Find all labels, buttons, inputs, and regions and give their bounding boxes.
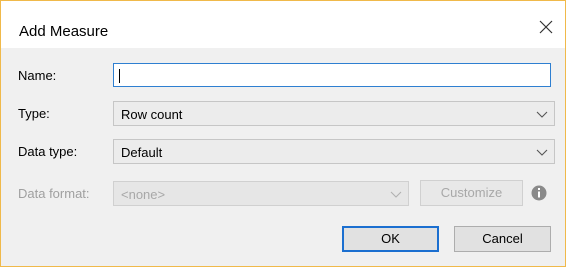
chevron-down-icon	[536, 146, 548, 158]
close-icon[interactable]	[534, 15, 558, 39]
type-select[interactable]: Row count	[113, 101, 555, 126]
name-label: Name:	[18, 68, 57, 83]
chevron-down-icon	[390, 188, 402, 200]
datatype-select[interactable]: Default	[113, 139, 555, 164]
dataformat-label: Data format:	[18, 186, 90, 201]
cancel-button[interactable]: Cancel	[454, 226, 551, 252]
dialog-title: Add Measure	[19, 23, 109, 40]
name-row: Name:	[1, 61, 565, 91]
type-row: Type: Row count	[1, 99, 565, 129]
datatype-value: Default	[121, 145, 163, 160]
dataformat-value: <none>	[121, 187, 166, 202]
dataformat-row: Data format: <none> Customize	[1, 179, 565, 209]
type-label: Type:	[18, 106, 50, 121]
type-value: Row count	[121, 107, 183, 122]
text-caret	[119, 69, 120, 83]
title-bar: Add Measure	[1, 1, 565, 48]
dataformat-select[interactable]: <none>	[113, 181, 409, 206]
ok-button[interactable]: OK	[342, 226, 439, 252]
datatype-row: Data type: Default	[1, 137, 565, 167]
customize-button[interactable]: Customize	[420, 180, 523, 206]
datatype-label: Data type:	[18, 144, 78, 159]
name-input[interactable]	[113, 63, 551, 87]
info-icon[interactable]	[531, 185, 547, 201]
add-measure-dialog: Add Measure Name: Type: Row count Data t…	[0, 0, 566, 267]
chevron-down-icon	[536, 108, 548, 120]
